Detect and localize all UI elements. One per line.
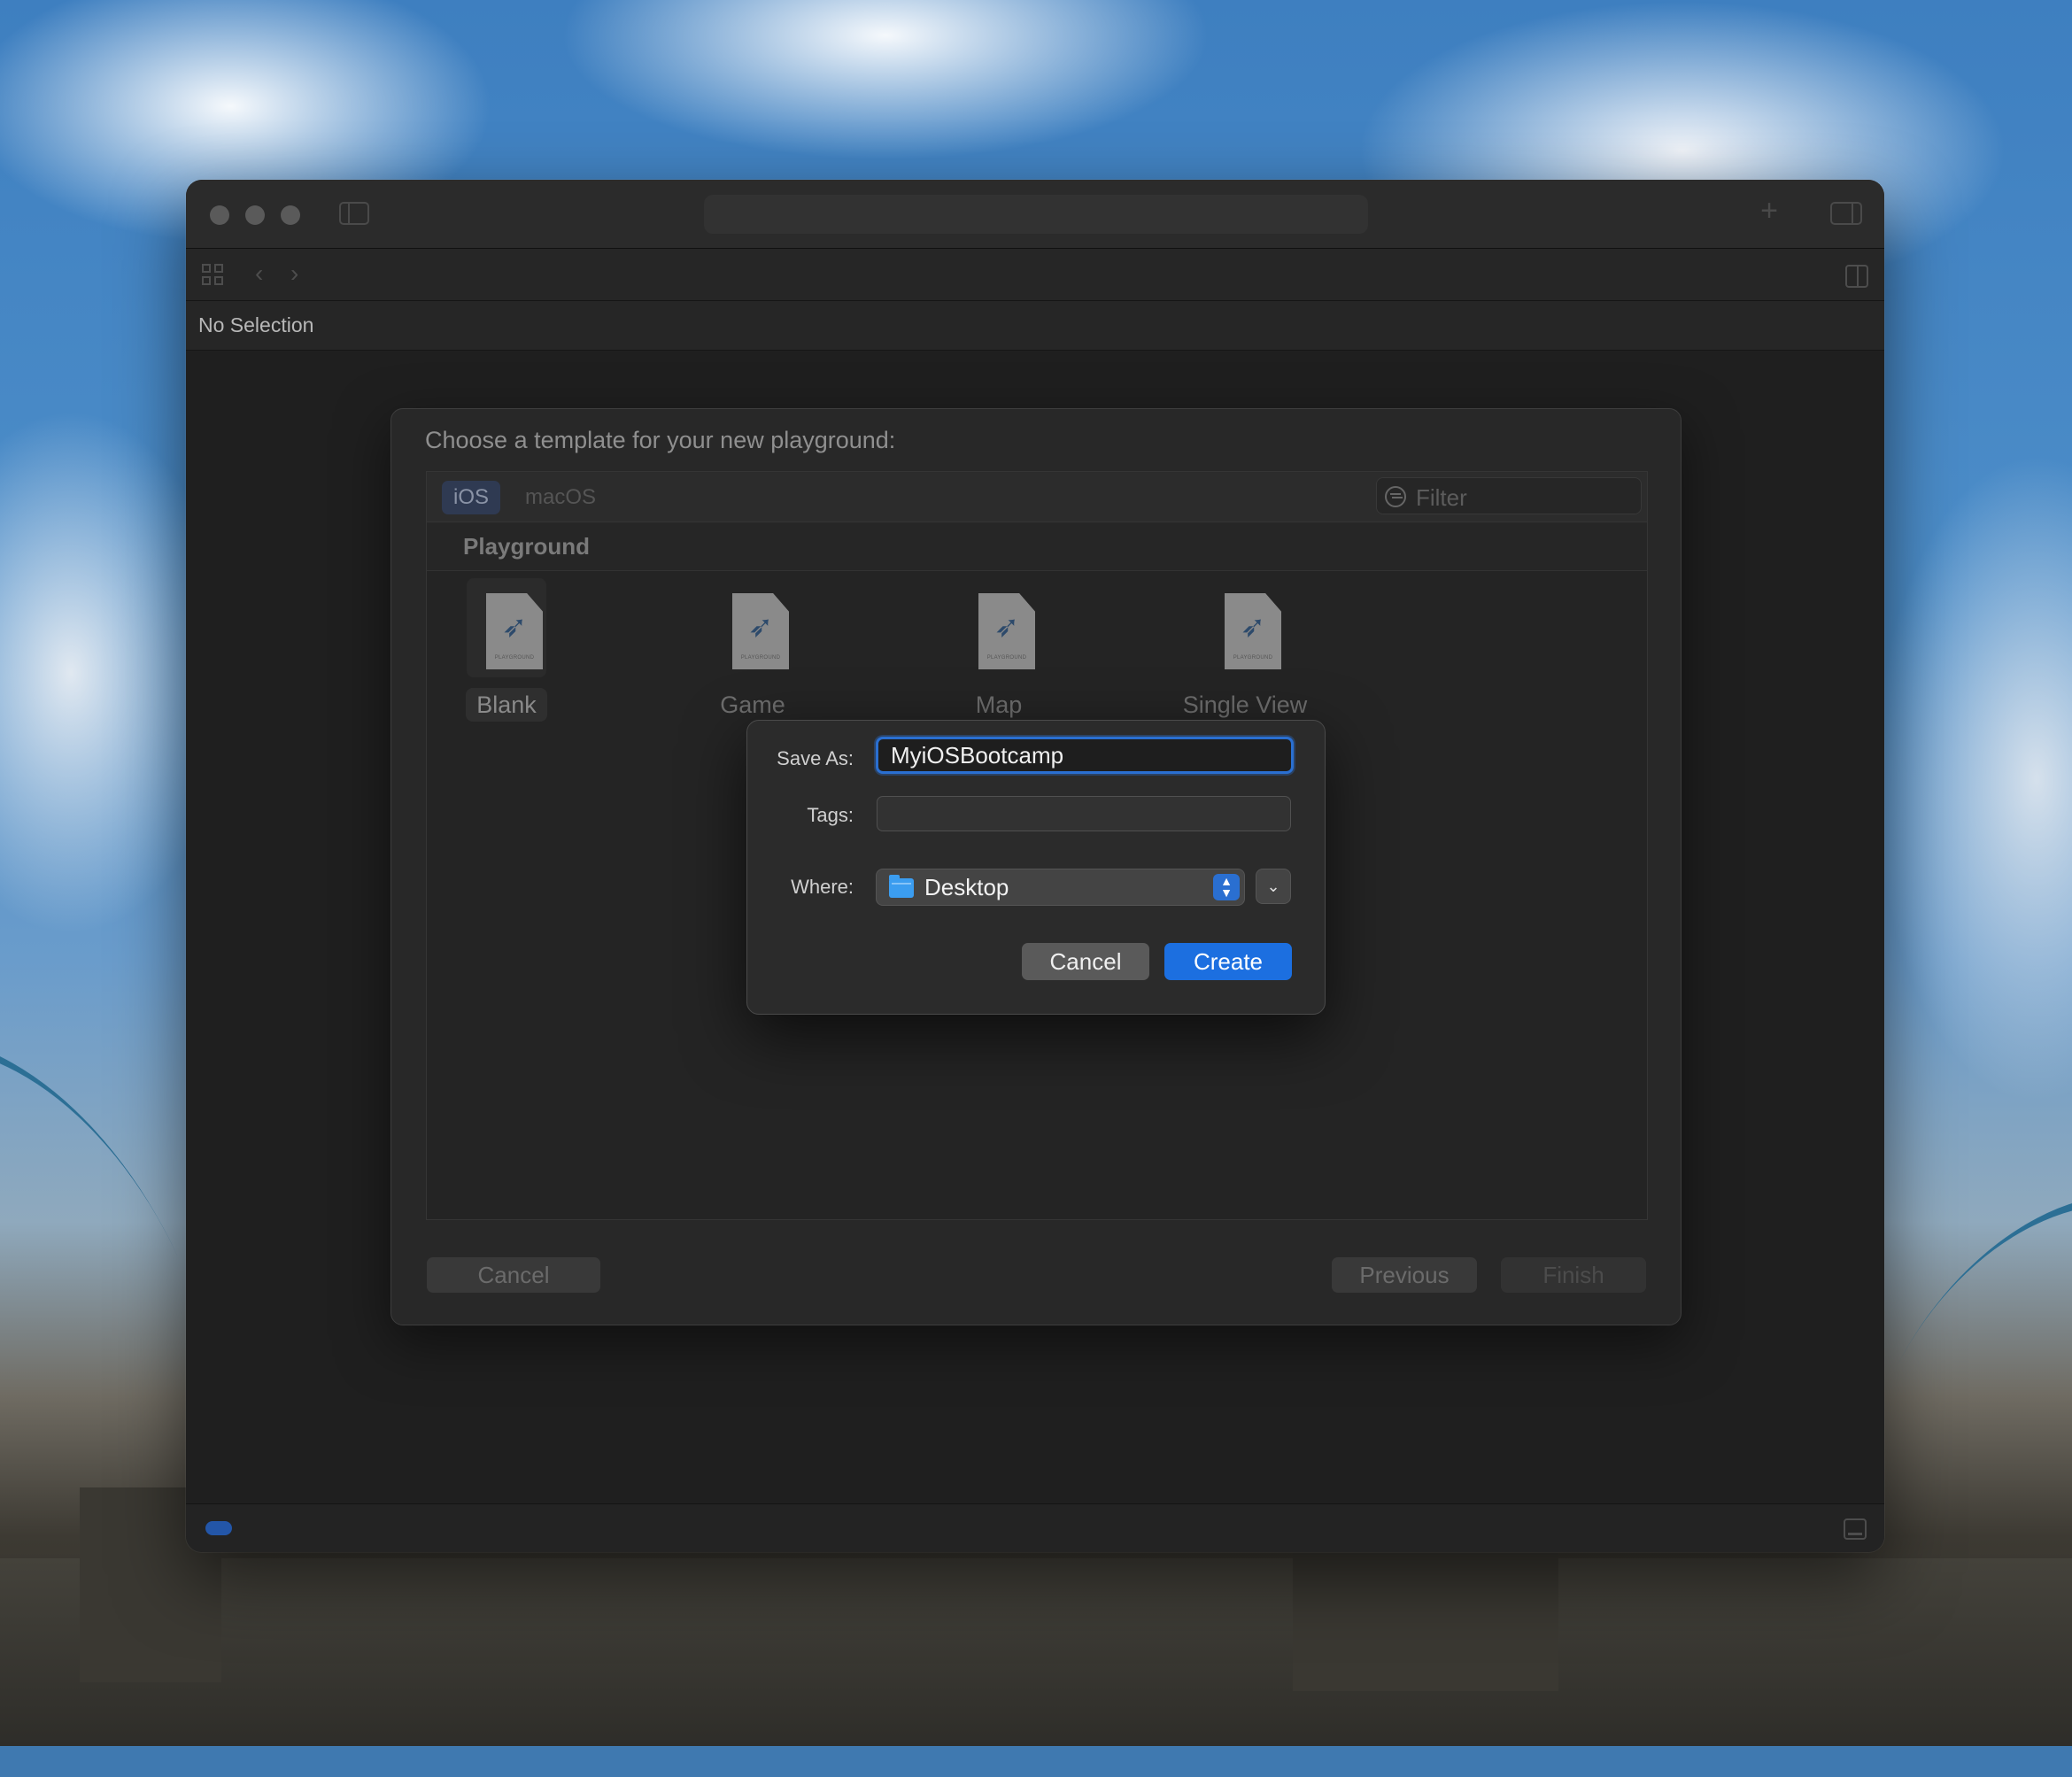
activity-viewer: [704, 195, 1368, 234]
chevron-up-down-icon: ▲ ▼: [1213, 874, 1240, 900]
section-title: Playground: [463, 533, 591, 560]
cancel-button[interactable]: Cancel: [1022, 943, 1149, 980]
chevron-right-icon[interactable]: ›: [290, 259, 298, 288]
navigator-toggle-icon[interactable]: [339, 202, 369, 225]
template-single-view[interactable]: ➶ PLAYGROUND Single View: [1165, 578, 1325, 738]
where-label: Where:: [791, 876, 854, 898]
tags-label: Tags:: [807, 804, 854, 826]
folder-icon: [889, 875, 914, 898]
jump-bar-label: No Selection: [198, 313, 314, 336]
zoom-window-button[interactable]: [281, 205, 300, 225]
debug-area-toggle-icon[interactable]: [1844, 1518, 1867, 1540]
template-map[interactable]: ➶ PLAYGROUND Map: [919, 578, 1079, 738]
filter-field[interactable]: Filter: [1376, 477, 1642, 514]
playground-file-icon: ➶ PLAYGROUND: [732, 593, 789, 669]
save-as-label: Save As:: [777, 747, 854, 769]
title-bar: +: [186, 180, 1884, 249]
filter-icon: [1385, 486, 1406, 507]
template-label: Map: [975, 691, 1023, 718]
tab-ios[interactable]: iOS: [442, 481, 500, 514]
template-label: Game: [720, 691, 785, 718]
chevron-left-icon[interactable]: ‹: [255, 259, 263, 288]
sheet-title: Choose a template for your new playgroun…: [425, 427, 896, 453]
swift-icon: ➶: [501, 610, 528, 644]
inspector-toggle-icon[interactable]: [1830, 202, 1862, 225]
split-editor-icon[interactable]: [1845, 265, 1868, 288]
playground-file-icon: ➶ PLAYGROUND: [978, 593, 1035, 669]
jump-bar: No Selection: [186, 301, 1884, 351]
swift-icon: ➶: [747, 610, 774, 644]
bridge-pier: [1293, 1541, 1558, 1691]
swift-icon: ➶: [1240, 610, 1266, 644]
previous-button[interactable]: Previous: [1332, 1257, 1477, 1293]
minimize-window-button[interactable]: [245, 205, 265, 225]
save-as-field[interactable]: [876, 737, 1294, 774]
playground-file-icon: ➶ PLAYGROUND: [486, 593, 543, 669]
close-window-button[interactable]: [210, 205, 229, 225]
create-button[interactable]: Create: [1164, 943, 1292, 980]
template-label: Blank: [466, 688, 547, 722]
add-icon[interactable]: +: [1756, 196, 1782, 226]
editor-tab-bar: ‹ ›: [186, 249, 1884, 301]
playground-file-icon: ➶ PLAYGROUND: [1225, 593, 1281, 669]
template-blank[interactable]: ➶ PLAYGROUND Blank: [427, 578, 586, 738]
related-items-icon[interactable]: [202, 264, 225, 287]
river: [0, 1558, 2072, 1746]
status-bar: [186, 1503, 1884, 1552]
tags-field[interactable]: [877, 796, 1291, 831]
where-popup-button[interactable]: Desktop ▲ ▼: [876, 869, 1245, 906]
template-game[interactable]: ➶ PLAYGROUND Game: [673, 578, 832, 738]
swift-icon: ➶: [993, 610, 1020, 644]
template-label: Single View: [1182, 691, 1308, 718]
section-header: Playground: [427, 522, 1647, 571]
where-value: Desktop: [924, 874, 1009, 900]
chevron-down-icon[interactable]: ⌄: [1256, 869, 1291, 904]
status-indicator: [205, 1521, 232, 1535]
platform-bar: iOS macOS Filter: [427, 472, 1647, 522]
save-dialog: Save As: Tags: Where: Desktop ▲▼ ⌄ Cance…: [746, 720, 1326, 1015]
tab-macos[interactable]: macOS: [525, 481, 596, 514]
sheet-cancel-button[interactable]: Cancel: [427, 1257, 600, 1293]
finish-button[interactable]: Finish: [1501, 1257, 1646, 1293]
filter-placeholder: Filter: [1416, 484, 1467, 511]
